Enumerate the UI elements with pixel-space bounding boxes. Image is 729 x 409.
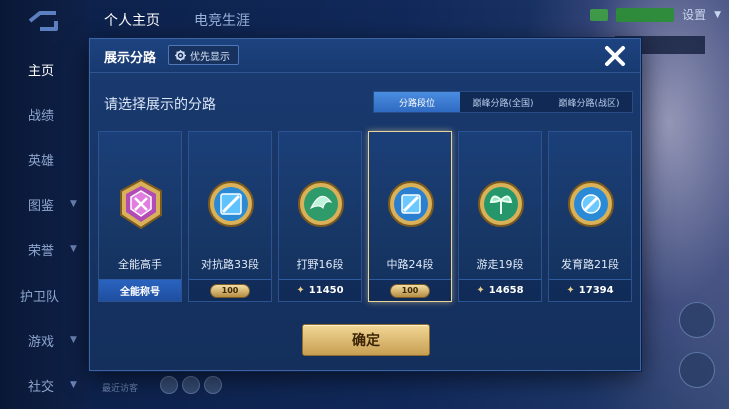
- sidebar-item-label: 护卫队: [20, 289, 60, 305]
- lane-score: 14658: [488, 285, 524, 296]
- sidebar-item-collection[interactable]: 图鉴 ▼: [0, 189, 88, 219]
- lane-card-label: 打野16段: [296, 258, 344, 271]
- all-round-title-text: 全能称号: [120, 287, 160, 298]
- lane-card-roam[interactable]: 游走19段 ✦ 14658: [458, 131, 542, 302]
- clash-lane-emblem-icon: [208, 181, 254, 227]
- sidebar-item-label: 英雄: [28, 153, 55, 169]
- sidebar-item-guard[interactable]: 护卫队: [0, 280, 88, 310]
- sidebar: 主页 战绩 英雄 图鉴 ▼ 荣誉 ▼ 护卫队 游戏 ▼ 社交 ▼: [0, 0, 88, 409]
- close-icon: [605, 46, 625, 66]
- visitor-avatar[interactable]: [160, 376, 178, 394]
- confirm-button[interactable]: 确定: [302, 324, 430, 356]
- lane-card-footer: 100: [369, 279, 451, 301]
- sidebar-item-heroes[interactable]: 英雄: [0, 144, 88, 174]
- tab-esports[interactable]: 电竞生涯: [194, 10, 250, 30]
- lane-card-all-round[interactable]: 全能高手 全能称号: [98, 131, 182, 302]
- lane-score: 17394: [578, 285, 614, 296]
- lane-card-mid[interactable]: 中路24段 100: [368, 131, 452, 302]
- jungle-emblem-icon: [298, 181, 344, 227]
- lane-card-footer: 100: [189, 279, 271, 301]
- close-button[interactable]: [600, 41, 630, 71]
- score-icon: ✦: [476, 285, 485, 296]
- currency-icon: [590, 8, 609, 21]
- lane-card-label: 全能高手: [118, 258, 162, 271]
- visitor-avatar[interactable]: [182, 376, 200, 394]
- lane-card-list: 全能高手 全能称号 对抗路33段 100 打野16段 ✦ 11450 中路24段…: [98, 131, 632, 302]
- lane-filter-tabs: 分路段位 巅峰分路(全国) 巅峰分路(战区): [373, 91, 633, 113]
- sidebar-item-honor[interactable]: 荣誉 ▼: [0, 234, 88, 264]
- sidebar-item-label: 荣誉: [28, 243, 55, 259]
- modal-header: 展示分路 优先显示: [90, 39, 640, 73]
- settings-button[interactable]: 设置: [682, 6, 706, 23]
- sidebar-item-label: 游戏: [28, 334, 55, 350]
- farm-lane-emblem-icon: [568, 181, 614, 227]
- lane-card-clash[interactable]: 对抗路33段 100: [188, 131, 272, 302]
- tab-peak-region[interactable]: 巅峰分路(战区): [546, 92, 632, 112]
- side-action-icon[interactable]: [679, 302, 715, 338]
- lane-card-footer: 全能称号: [99, 279, 181, 301]
- lane-card-label: 对抗路33段: [201, 258, 259, 271]
- sidebar-item-label: 主页: [28, 63, 55, 79]
- score-icon: ✦: [566, 285, 575, 296]
- lane-score: 11450: [308, 285, 344, 296]
- lane-display-modal: 展示分路 优先显示 请选择展示的分路 分路段位 巅峰分路(全国) 巅峰分路(战区…: [89, 38, 641, 371]
- tab-peak-national[interactable]: 巅峰分路(全国): [460, 92, 546, 112]
- tab-profile[interactable]: 个人主页: [104, 10, 160, 30]
- score-icon: ✦: [296, 285, 305, 296]
- lane-card-footer: ✦ 17394: [549, 279, 631, 301]
- back-icon[interactable]: [22, 8, 62, 34]
- chevron-down-icon: ▼: [70, 199, 77, 209]
- chevron-down-icon[interactable]: ▼: [714, 10, 721, 20]
- lane-card-footer: ✦ 11450: [279, 279, 361, 301]
- lane-card-label: 发育路21段: [561, 258, 619, 271]
- sidebar-item-label: 图鉴: [28, 198, 55, 214]
- mid-lane-emblem-icon: [388, 181, 434, 227]
- lane-card-label: 中路24段: [386, 258, 434, 271]
- top-right-bar: 设置 ▼: [590, 6, 721, 23]
- select-prompt: 请选择展示的分路: [104, 97, 216, 113]
- chevron-down-icon: ▼: [70, 244, 77, 254]
- sidebar-item-label: 战绩: [28, 108, 55, 124]
- rank-medal-badge: 100: [210, 283, 250, 298]
- tab-lane-rank[interactable]: 分路段位: [374, 92, 460, 112]
- side-action-icon[interactable]: [679, 352, 715, 388]
- chevron-down-icon: ▼: [70, 380, 77, 390]
- all-round-emblem-icon: [120, 178, 162, 230]
- priority-display-button[interactable]: 优先显示: [168, 45, 239, 65]
- rank-medal-badge: 100: [390, 283, 430, 298]
- status-badge: [616, 7, 675, 22]
- visitor-avatar[interactable]: [204, 376, 222, 394]
- sidebar-item-home[interactable]: 主页: [0, 54, 88, 84]
- gear-icon: [175, 49, 186, 61]
- lane-card-farm[interactable]: 发育路21段 ✦ 17394: [548, 131, 632, 302]
- priority-display-label: 优先显示: [190, 51, 230, 63]
- lane-card-jungle[interactable]: 打野16段 ✦ 11450: [278, 131, 362, 302]
- sidebar-item-games[interactable]: 游戏 ▼: [0, 325, 88, 355]
- sidebar-item-records[interactable]: 战绩: [0, 99, 88, 129]
- sidebar-item-label: 社交: [28, 379, 55, 395]
- lane-card-label: 游走19段: [476, 258, 524, 271]
- modal-title: 展示分路: [104, 51, 157, 66]
- sidebar-item-social[interactable]: 社交 ▼: [0, 370, 88, 400]
- lane-card-footer: ✦ 14658: [459, 279, 541, 301]
- recent-visitors-label: 最近访客: [102, 384, 139, 394]
- roam-emblem-icon: [478, 181, 524, 227]
- chevron-down-icon: ▼: [70, 335, 77, 345]
